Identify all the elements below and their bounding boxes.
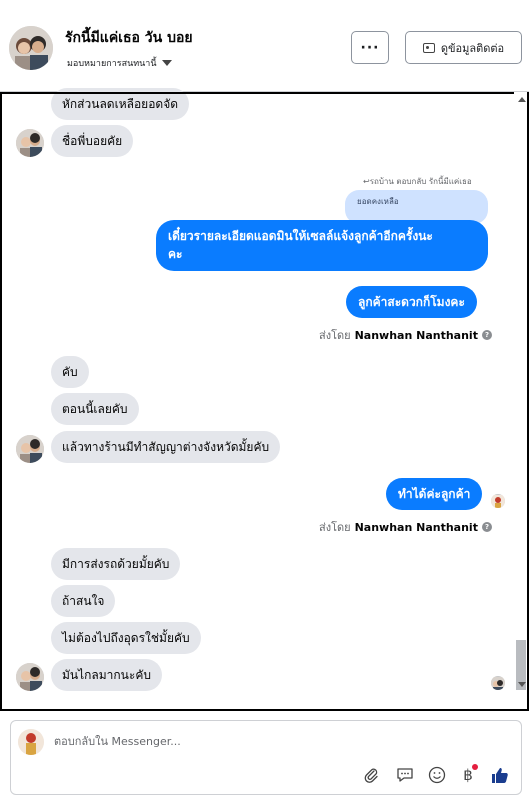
sent-by-prefix: ส่งโดย [319,521,351,534]
sent-by-name: Nanwhan Nanthanit [354,520,478,534]
sent-by-prefix: ส่งโดย [319,329,351,342]
outgoing-message-line: เดี๋ยวรายละเอียดแอดมินให้เซลล์แจ้งลูกค้า… [168,229,433,243]
incoming-message: ตอนนี้เลยคับ [51,393,139,425]
sent-by-label: ส่งโดย Nanwhan Nanthanit ? [319,518,492,536]
baht-icon[interactable]: ฿ [458,764,478,785]
quoted-message[interactable]: ยอดคงเหลือ [345,190,488,224]
assign-label: มอบหมายการสนทนานี้ [67,59,157,69]
read-receipt-avatar [491,494,505,508]
help-icon[interactable]: ? [481,330,492,340]
outgoing-message: เดี๋ยวรายละเอียดแอดมินให้เซลล์แจ้งลูกค้า… [156,220,488,271]
reply-input[interactable] [54,735,454,748]
scroll-down-arrow-icon[interactable] [518,682,526,687]
baht-symbol: ฿ [463,766,473,784]
page-avatar [18,729,44,755]
incoming-message: ไม่ต้องไปถึงอุดรใช่มั้ยคับ [51,622,201,654]
incoming-message: แล้วทางร้านมีทำสัญญาต่างจังหวัดมั้ยคับ [51,431,281,463]
caret-down-icon [161,60,172,66]
contact-card-icon [422,42,435,53]
sent-by-label: ส่งโดย Nanwhan Nanthanit ? [319,326,492,344]
reply-icon: ↩ [363,177,370,186]
emoji-icon[interactable] [427,765,447,785]
incoming-message: ถ้าสนใจ [51,585,116,617]
contact-avatar[interactable] [9,26,53,70]
more-button[interactable]: ··· [351,31,389,64]
sender-avatar[interactable] [16,129,44,157]
reply-context-text: รถบ้าน ตอบกลับ รักนี้มีแค่เธอ [369,177,472,186]
outgoing-message-line: คะ [168,247,183,261]
conversation-header: รักนี้มีแค่เธอ วัน บอย มอบหมายการสนทนานี… [0,0,529,92]
help-icon[interactable]: ? [481,522,492,532]
incoming-message: ชื่อพี่บอยคัย [51,125,134,157]
incoming-message: มันไกลมากนะคับ [51,659,162,691]
message-composer: ฿ [10,720,522,795]
attach-icon[interactable] [361,765,381,785]
chat-icon[interactable] [395,765,415,785]
scroll-up-arrow-icon[interactable] [518,97,526,102]
like-icon[interactable] [490,765,510,785]
assign-conversation-dropdown[interactable]: มอบหมายการสนทนานี้ [67,56,172,70]
reply-context-label: ↩รถบ้าน ตอบกลับ รักนี้มีแค่เธอ [363,175,472,188]
notification-dot [472,764,478,770]
more-icon: ··· [360,39,380,56]
read-receipt-avatar [491,676,505,690]
thread-top-border [2,92,514,94]
sent-by-name: Nanwhan Nanthanit [354,328,478,342]
sender-avatar[interactable] [16,435,44,463]
sender-avatar[interactable] [16,663,44,691]
incoming-message: มีการส่งรถด้วยมั้ยคับ [51,548,181,580]
view-contact-info-button[interactable]: ดูข้อมูลติดต่อ [405,31,522,64]
contact-name[interactable]: รักนี้มีแค่เธอ วัน บอย [65,27,193,49]
view-contact-info-label: ดูข้อมูลติดต่อ [440,41,505,55]
outgoing-message: ลูกค้าสะดวกก็โมงคะ [346,286,477,318]
incoming-message: คับ [51,356,89,388]
outgoing-message: ทำได้ค่ะลูกค้า [386,478,483,510]
